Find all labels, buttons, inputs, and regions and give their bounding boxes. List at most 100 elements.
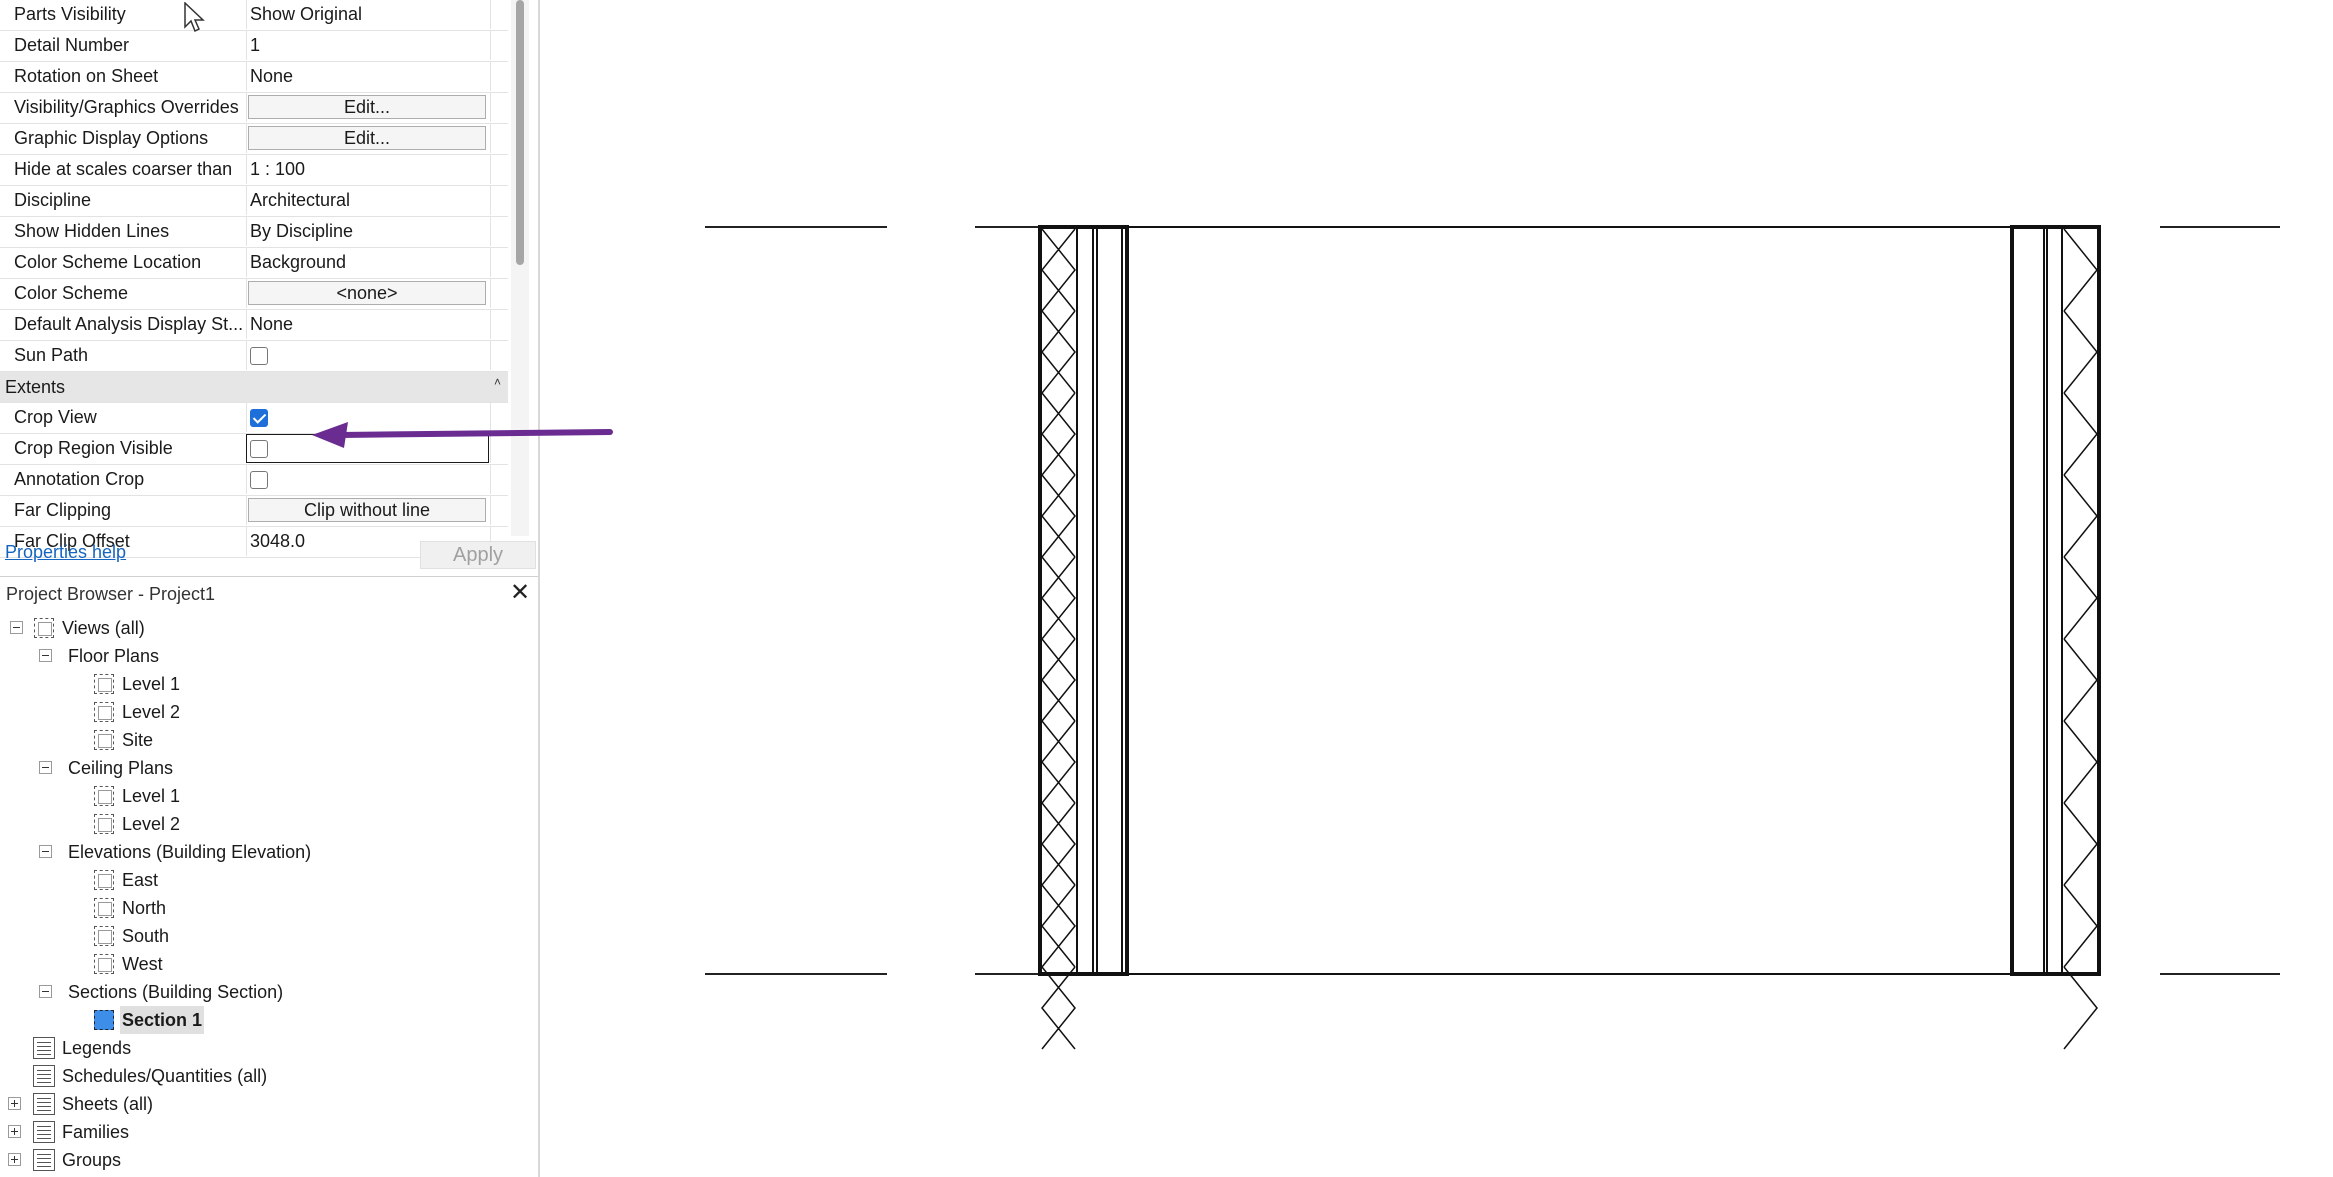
- collapse-icon[interactable]: [39, 985, 52, 998]
- property-name: Default Analysis Display St...: [14, 314, 244, 334]
- property-value[interactable]: None: [250, 314, 293, 334]
- property-name: Detail Number: [14, 35, 130, 55]
- tree-item-section-1[interactable]: Section 1: [0, 1006, 530, 1034]
- tree-label: Level 2: [122, 814, 181, 834]
- property-value-cell[interactable]: [246, 341, 490, 370]
- tree-item-ceiling-level-1[interactable]: Level 1: [0, 782, 530, 810]
- floor-plan-view-icon: [94, 702, 114, 722]
- property-row: Discipline Architectural: [0, 186, 508, 217]
- property-row-end: [490, 0, 509, 29]
- property-name: Graphic Display Options: [14, 128, 209, 148]
- property-edit-button[interactable]: Clip without line: [248, 498, 486, 522]
- section-view-canvas[interactable]: [540, 0, 2333, 1177]
- expand-icon[interactable]: [8, 1097, 21, 1110]
- tree-item-legends[interactable]: Legends: [0, 1034, 530, 1062]
- collapse-icon[interactable]: [39, 649, 52, 662]
- property-row-end: [490, 62, 509, 91]
- property-value-cell[interactable]: [246, 465, 490, 494]
- property-row: Hide at scales coarser than 1 : 100: [0, 155, 508, 186]
- section-header-label: Extents: [5, 377, 66, 397]
- expand-icon[interactable]: [8, 1125, 21, 1138]
- collapse-icon[interactable]: [10, 621, 23, 634]
- expand-icon[interactable]: [8, 1153, 21, 1166]
- property-value-cell[interactable]: Show Original: [246, 0, 490, 29]
- property-row: Show Hidden Lines By Discipline: [0, 217, 508, 248]
- property-value-cell[interactable]: By Discipline: [246, 217, 490, 246]
- property-row-end: [490, 124, 509, 153]
- extents-section-header[interactable]: Extents ˄: [0, 372, 508, 403]
- annotation-arrow: [312, 422, 613, 448]
- property-row: Visibility/Graphics Overrides Edit...: [0, 93, 508, 124]
- tree-item-ceiling-level-2[interactable]: Level 2: [0, 810, 530, 838]
- tree-item-sheets[interactable]: Sheets (all): [0, 1090, 530, 1118]
- property-name: Show Hidden Lines: [14, 221, 170, 241]
- tree-label: East: [122, 870, 159, 890]
- property-row-end: [490, 217, 509, 246]
- collapse-icon[interactable]: [39, 845, 52, 858]
- property-value-cell[interactable]: 1 : 100: [246, 155, 490, 184]
- property-value[interactable]: Background: [250, 252, 346, 272]
- ceiling-plan-view-icon: [94, 786, 114, 806]
- property-value-cell[interactable]: None: [246, 62, 490, 91]
- tree-item-elevation-west[interactable]: West: [0, 950, 530, 978]
- tree-label: South: [122, 926, 170, 946]
- property-name: Discipline: [14, 190, 92, 210]
- property-name: Rotation on Sheet: [14, 66, 159, 86]
- ceiling-plan-view-icon: [94, 814, 114, 834]
- collapse-icon[interactable]: [39, 761, 52, 774]
- property-value-cell[interactable]: None: [246, 310, 490, 339]
- close-icon[interactable]: ✕: [510, 577, 530, 609]
- collapse-section-icon[interactable]: ˄: [494, 372, 501, 392]
- mouse-cursor-icon: [184, 2, 205, 33]
- tree-label: North: [122, 898, 167, 918]
- property-value[interactable]: 1: [250, 35, 260, 55]
- tree-item-sections[interactable]: Sections (Building Section): [0, 978, 530, 1006]
- property-edit-button[interactable]: Edit...: [248, 126, 486, 150]
- property-edit-button[interactable]: Edit...: [248, 95, 486, 119]
- property-row-end: [490, 248, 509, 277]
- property-value[interactable]: None: [250, 66, 293, 86]
- tree-item-views-all[interactable]: Views (all): [0, 614, 530, 642]
- property-name: Far Clipping: [14, 500, 112, 520]
- property-value[interactable]: By Discipline: [250, 221, 353, 241]
- apply-button[interactable]: Apply: [420, 541, 536, 569]
- tree-item-elevation-south[interactable]: South: [0, 922, 530, 950]
- tree-label: Site: [122, 730, 154, 750]
- property-checkbox[interactable]: [250, 409, 268, 427]
- properties-table: Parts Visibility Show Original Detail Numb…: [0, 0, 508, 558]
- tree-item-floor-level-2[interactable]: Level 2: [0, 698, 530, 726]
- properties-scrollbar-thumb[interactable]: [516, 0, 524, 265]
- property-row-end: [490, 186, 509, 215]
- property-value[interactable]: Architectural: [250, 190, 350, 210]
- group-icon: [33, 1149, 55, 1171]
- right-wall-section: [2010, 225, 2101, 1050]
- tree-item-ceiling-plans[interactable]: Ceiling Plans: [0, 754, 530, 782]
- tree-label: Level 1: [122, 674, 181, 694]
- tree-item-floor-site[interactable]: Site: [0, 726, 530, 754]
- property-value[interactable]: 1 : 100: [250, 159, 305, 179]
- tree-item-elevation-north[interactable]: North: [0, 894, 530, 922]
- property-name: Crop Region Visible: [14, 438, 173, 458]
- property-checkbox[interactable]: [250, 471, 268, 489]
- tree-item-schedules[interactable]: Schedules/Quantities (all): [0, 1062, 530, 1090]
- property-value[interactable]: 3048.0: [250, 531, 305, 551]
- tree-item-elevations[interactable]: Elevations (Building Elevation): [0, 838, 530, 866]
- tree-item-groups[interactable]: Groups: [0, 1146, 530, 1174]
- property-value-cell[interactable]: Background: [246, 248, 490, 277]
- property-row: Default Analysis Display St... None: [0, 310, 508, 341]
- property-value[interactable]: Show Original: [250, 4, 362, 24]
- tree-item-families[interactable]: Families: [0, 1118, 530, 1146]
- tree-item-floor-level-1[interactable]: Level 1: [0, 670, 530, 698]
- property-value-cell[interactable]: Architectural: [246, 186, 490, 215]
- property-value-cell[interactable]: 1: [246, 31, 490, 60]
- tree-item-elevation-east[interactable]: East: [0, 866, 530, 894]
- tree-label: Sheets (all): [62, 1094, 154, 1114]
- property-name: Hide at scales coarser than: [14, 159, 233, 179]
- tree-label: Ceiling Plans: [68, 758, 174, 778]
- left-panel: Parts Visibility Show Original Detail Numb…: [0, 0, 540, 1177]
- properties-help-link[interactable]: Properties help: [5, 542, 126, 563]
- insulation-hatch-left: [1041, 228, 1076, 1050]
- tree-item-floor-plans[interactable]: Floor Plans: [0, 642, 530, 670]
- property-edit-button[interactable]: <none>: [248, 281, 486, 305]
- property-checkbox[interactable]: [250, 347, 268, 365]
